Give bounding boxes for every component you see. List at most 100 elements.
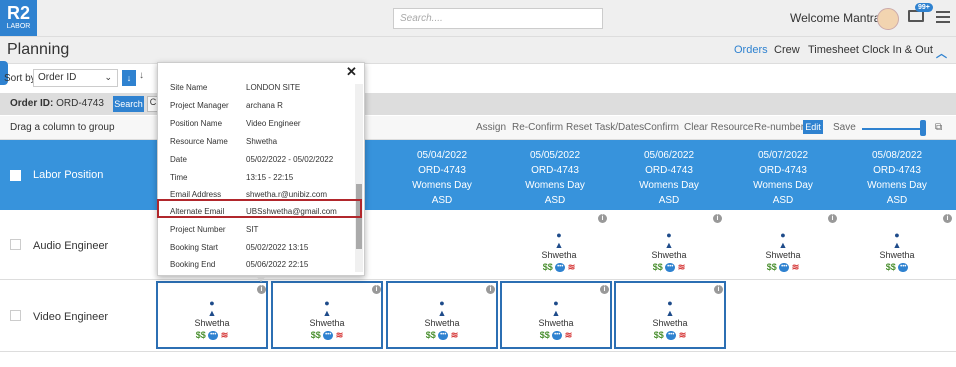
search-button[interactable]: Search — [113, 96, 144, 112]
nav-crew[interactable]: Crew — [774, 44, 800, 56]
chat-icon[interactable]: ••• — [666, 331, 677, 341]
detail-value: LONDON SITE — [246, 83, 301, 92]
chat-icon[interactable]: ••• — [779, 263, 790, 273]
layers-icon[interactable]: ≋ — [792, 262, 800, 272]
sort-desc-icon[interactable]: ↓ — [139, 70, 144, 81]
date-header-code: ASD — [658, 195, 680, 206]
date-header-event: Womens Day — [412, 180, 472, 191]
nav-orders[interactable]: Orders — [734, 44, 768, 56]
date-header-code: ASD — [431, 195, 453, 206]
person-icon: ● ▲ — [551, 298, 561, 318]
booking-cell[interactable]: ● ▲ Shwetha $$ ••• ≋ — [386, 298, 498, 341]
date-header-order: ORD-4743 — [873, 165, 921, 176]
row-checkbox[interactable] — [10, 310, 21, 321]
chat-icon[interactable]: ••• — [552, 331, 563, 341]
booking-cell[interactable]: ● ▲ Shwetha $$ ••• ≋ — [156, 298, 268, 341]
booking-cell[interactable]: ● ▲ Shwetha $$ ••• ≋ — [614, 230, 724, 273]
avatar[interactable] — [877, 8, 899, 30]
order-id-value[interactable]: ORD-4743 — [56, 98, 104, 109]
person-icon: ● ▲ — [437, 298, 447, 318]
app-logo[interactable]: R2 LABOR — [0, 0, 37, 36]
date-header-order: ORD-4743 — [531, 165, 579, 176]
date-header-order: ORD-4743 — [645, 165, 693, 176]
info-icon[interactable]: i — [600, 285, 609, 294]
assign-button[interactable]: Assign — [476, 122, 506, 133]
menu-icon[interactable] — [936, 11, 950, 23]
booking-cell[interactable]: ● ▲ Shwetha $$ ••• ≋ — [271, 298, 383, 341]
layers-icon[interactable]: ≋ — [568, 262, 576, 272]
detail-key: Project Manager — [170, 101, 229, 110]
reconfirm-button[interactable]: Re-Confirm — [512, 122, 563, 133]
renumber-button[interactable]: Re-number — [754, 122, 804, 133]
welcome-text: Welcome Mantra — [790, 11, 881, 25]
resource-name: Shwetha — [538, 318, 574, 328]
info-icon[interactable]: i — [486, 285, 495, 294]
layers-icon[interactable]: ≋ — [336, 330, 344, 340]
info-icon[interactable]: i — [713, 214, 722, 223]
chat-icon[interactable]: ••• — [323, 331, 334, 341]
chat-icon[interactable]: ••• — [555, 263, 566, 273]
chat-icon[interactable]: ••• — [208, 331, 219, 341]
close-icon[interactable]: ✕ — [346, 64, 357, 80]
dollar-icon: $$ — [652, 262, 663, 272]
booking-cell[interactable]: ● ▲ Shwetha $$ ••• ≋ — [614, 298, 726, 341]
layers-icon[interactable]: ≋ — [679, 330, 687, 340]
highlight-box — [157, 199, 362, 218]
info-icon[interactable]: i — [828, 214, 837, 223]
date-header: 05/07/2022 ORD-4743 Womens Day ASD — [728, 148, 838, 208]
info-icon[interactable]: i — [372, 285, 381, 294]
chat-icon[interactable]: ••• — [438, 331, 449, 341]
confirm-button[interactable]: Confirm — [644, 122, 679, 133]
date-header-order: ORD-4743 — [759, 165, 807, 176]
date-header-code: ASD — [772, 195, 794, 206]
search-input[interactable]: Search.... — [393, 8, 603, 29]
labor-position-header: Labor Position — [33, 169, 104, 181]
dollar-icon: $$ — [539, 330, 550, 340]
clear-resource-button[interactable]: Clear Resource — [684, 122, 753, 133]
layers-icon[interactable]: ≋ — [565, 330, 573, 340]
sort-select[interactable]: Order ID ⌄ — [33, 69, 118, 87]
booking-cell[interactable]: ● ▲ Shwetha $$ ••• ≋ — [500, 298, 612, 341]
person-icon: ● ▲ — [322, 298, 332, 318]
layers-icon[interactable]: ≋ — [451, 330, 459, 340]
sort-label: Sort by — [4, 73, 36, 84]
person-icon: ● ▲ — [892, 230, 902, 250]
info-icon[interactable]: i — [943, 214, 952, 223]
chat-icon[interactable]: ••• — [898, 263, 909, 273]
layers-icon[interactable]: ≋ — [221, 330, 229, 340]
columns-icon[interactable]: ⧉ — [935, 122, 942, 133]
nav-clock-in-out[interactable]: Clock In & Out — [862, 44, 933, 56]
layers-icon[interactable]: ≋ — [678, 262, 686, 272]
nav-timesheet[interactable]: Timesheet — [808, 44, 859, 56]
dollar-icon: $$ — [195, 330, 206, 340]
date-header-date: 05/04/2022 — [416, 150, 468, 161]
date-header: 05/04/2022 ORD-4743 Womens Day ASD — [387, 148, 497, 208]
select-all-checkbox[interactable] — [10, 170, 21, 181]
booking-cell[interactable]: ● ▲ Shwetha $$ ••• — [842, 230, 952, 273]
date-header-date: 05/05/2022 — [529, 150, 581, 161]
date-header-date: 05/06/2022 — [643, 150, 695, 161]
zoom-slider[interactable] — [862, 128, 924, 130]
sort-select-value: Order ID — [38, 72, 77, 83]
reset-task-dates-button[interactable]: Reset Task/Dates — [566, 122, 644, 133]
slider-knob[interactable] — [920, 120, 926, 136]
date-header-event: Womens Day — [867, 180, 927, 191]
chevron-up-icon[interactable]: ︿ — [936, 45, 947, 61]
detail-row: Time 13:15 - 22:15 — [165, 169, 355, 187]
info-icon[interactable]: i — [257, 285, 266, 294]
booking-cell[interactable]: ● ▲ Shwetha $$ ••• ≋ — [728, 230, 838, 273]
dollar-icon: $$ — [425, 330, 436, 340]
detail-value: archana R — [246, 101, 283, 110]
person-icon: ● ▲ — [778, 230, 788, 250]
booking-cell[interactable]: ● ▲ Shwetha $$ ••• ≋ — [504, 230, 614, 273]
save-button[interactable]: Save — [833, 122, 856, 133]
edit-button[interactable]: Edit — [803, 120, 823, 134]
sort-asc-icon[interactable]: ↓ — [122, 70, 136, 86]
popup-scrollbar[interactable] — [355, 84, 363, 272]
person-icon: ● ▲ — [665, 298, 675, 318]
row-checkbox[interactable] — [10, 239, 21, 250]
page-title: Planning — [7, 41, 70, 58]
info-icon[interactable]: i — [714, 285, 723, 294]
chat-icon[interactable]: ••• — [665, 263, 676, 273]
info-icon[interactable]: i — [598, 214, 607, 223]
